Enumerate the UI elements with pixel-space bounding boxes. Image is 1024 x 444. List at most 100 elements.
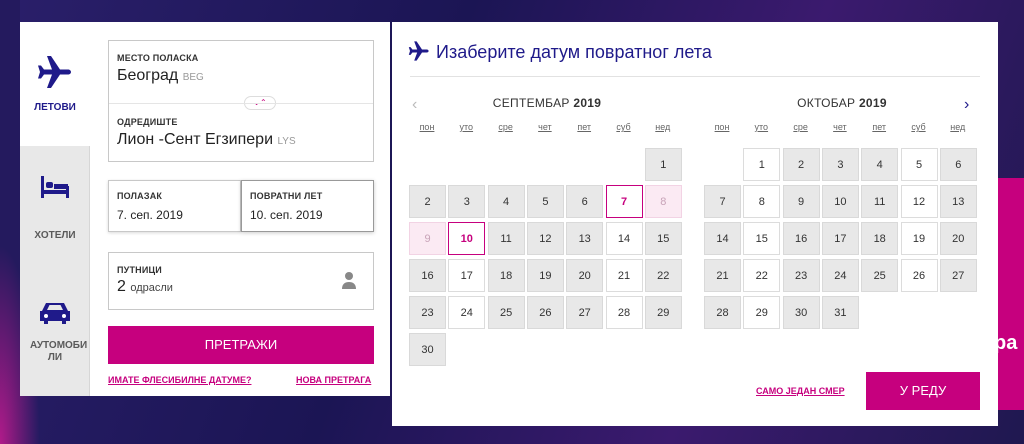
return-label: ПОВРАТНИ ЛЕТ [250,191,323,201]
weekday-label: суб [911,122,926,132]
calendar-day[interactable]: 3 [821,148,859,181]
calendar-day[interactable]: 15 [743,222,781,255]
one-way-link[interactable]: САМО ЈЕДАН СМЕР [756,386,845,396]
passengers-field[interactable]: ПУТНИЦИ 2 одрасли [108,252,374,310]
calendar-day[interactable]: 22 [743,259,781,292]
calendar-day[interactable]: 10 [821,185,859,218]
calendar-day[interactable]: 7 [704,185,741,218]
departure-date-field[interactable]: ПОЛАЗАК 7. сеп. 2019 [108,180,241,232]
calendar-day[interactable]: 5 [900,148,938,181]
calendar-day[interactable]: 10 [448,222,486,255]
calendar-day[interactable]: 24 [448,296,486,329]
calendar-day[interactable]: 16 [782,222,820,255]
calendar-day[interactable]: 1 [743,148,781,181]
calendar-day[interactable]: 7 [605,185,643,218]
calendar-day[interactable]: 1 [644,148,682,181]
calendar-day[interactable]: 20 [939,222,977,255]
weekday-label: сре [498,122,513,132]
nav-item-hotels[interactable]: ХОТЕЛИ [20,172,90,242]
return-date-field[interactable]: ПОВРАТНИ ЛЕТ 10. сеп. 2019 [241,180,374,232]
nav-item-cars[interactable]: АУТОМОБИ ЛИ [20,298,90,364]
calendar-day[interactable]: 14 [704,222,741,255]
calendar-day[interactable]: 17 [821,222,859,255]
calendar-day[interactable]: 12 [900,185,938,218]
weekday-label: пет [577,122,592,132]
weekday-label: пет [872,122,887,132]
calendar-day[interactable]: 18 [487,259,525,292]
calendar-day[interactable]: 3 [448,185,486,218]
calendar-day[interactable]: 13 [566,222,604,255]
promo-banner[interactable] [994,178,1024,410]
destination-label: ОДРЕДИШТЕ [117,117,178,127]
calendar-day[interactable]: 9 [782,185,820,218]
calendar-day[interactable]: 19 [900,222,938,255]
calendar-day[interactable]: 16 [409,259,446,292]
calendar-day[interactable]: 11 [861,185,899,218]
flexible-dates-link[interactable]: ИМАТЕ ФЛЕСИБИЛНЕ ДАТУМЕ? [108,375,251,385]
calendar-day[interactable]: 17 [448,259,486,292]
airplane-icon [406,39,432,68]
calendar-day[interactable]: 25 [861,259,899,292]
product-nav: ЛЕТОВИ ХОТЕЛИ АУТОМОБИ ЛИ [20,22,90,396]
calendar-day[interactable]: 14 [605,222,643,255]
calendar-day[interactable]: 15 [644,222,682,255]
origin-code: BEG [182,72,204,83]
new-search-link[interactable]: НОВА ПРЕТРАГА [296,375,371,385]
calendar-day[interactable]: 20 [566,259,604,292]
calendar-day[interactable]: 28 [605,296,643,329]
calendar-day[interactable]: 27 [566,296,604,329]
calendar-day[interactable]: 22 [644,259,682,292]
ok-button[interactable]: У РЕДУ [866,372,980,410]
calendar-day[interactable]: 2 [409,185,446,218]
calendar-day[interactable]: 6 [566,185,604,218]
calendar-day[interactable]: 25 [487,296,525,329]
destination-code: LYS [277,136,296,147]
calendar-day[interactable]: 4 [487,185,525,218]
calendar-day[interactable]: 5 [526,185,564,218]
calendar-day[interactable]: 21 [605,259,643,292]
weekday-label: уто [754,122,769,132]
calendar-day[interactable]: 26 [526,296,564,329]
calendar-day[interactable]: 30 [409,333,446,366]
month-heading: ОКТОБАР 2019 [704,96,980,110]
passengers-count: 2 [117,278,126,295]
calendar-day[interactable]: 8 [644,185,682,218]
calendar-day[interactable]: 23 [782,259,820,292]
calendar-day[interactable]: 21 [704,259,741,292]
search-button[interactable]: ПРЕТРАЖИ [108,326,374,364]
month-year: 2019 [858,96,887,110]
calendar-day[interactable]: 24 [821,259,859,292]
nav-item-flights[interactable]: ЛЕТОВИ [20,22,90,146]
calendar-day[interactable]: 23 [409,296,446,329]
calendar-day[interactable]: 31 [821,296,859,329]
calendar-day[interactable]: 29 [743,296,781,329]
weekday-label: нед [950,122,966,132]
bed-icon [35,172,75,202]
calendar-day[interactable]: 8 [743,185,781,218]
calendar-day[interactable]: 9 [409,222,446,255]
search-form: МЕСТО ПОЛАСКА Београд BEG ⌄⌃ ОДРЕДИШТЕ Л… [90,22,390,396]
calendar-day[interactable]: 2 [782,148,820,181]
calendar-day[interactable]: 13 [939,185,977,218]
origin-field[interactable]: МЕСТО ПОЛАСКА Београд BEG [117,53,204,85]
calendar-day[interactable]: 30 [782,296,820,329]
calendar-day[interactable]: 4 [861,148,899,181]
weekday-label: нед [655,122,671,132]
calendar-day[interactable]: 18 [861,222,899,255]
route-box: МЕСТО ПОЛАСКА Београд BEG ⌄⌃ ОДРЕДИШТЕ Л… [108,40,374,162]
return-value: 10. сеп. 2019 [250,208,323,222]
weekday-label: пон [419,122,435,132]
calendar-day[interactable]: 28 [704,296,741,329]
passengers-unit: одрасли [130,282,173,294]
passengers-label: ПУТНИЦИ [117,265,162,275]
title-divider [410,76,980,77]
calendar-day[interactable]: 6 [939,148,977,181]
calendar-day[interactable]: 11 [487,222,525,255]
calendar-day[interactable]: 29 [644,296,682,329]
calendar-day[interactable]: 26 [900,259,938,292]
calendar-day[interactable]: 12 [526,222,564,255]
calendar-day[interactable]: 19 [526,259,564,292]
calendar-title: Изаберите датум повратног лета [436,42,712,62]
destination-field[interactable]: ОДРЕДИШТЕ Лион -Сент Егзипери LYS [117,117,296,149]
calendar-day[interactable]: 27 [939,259,977,292]
